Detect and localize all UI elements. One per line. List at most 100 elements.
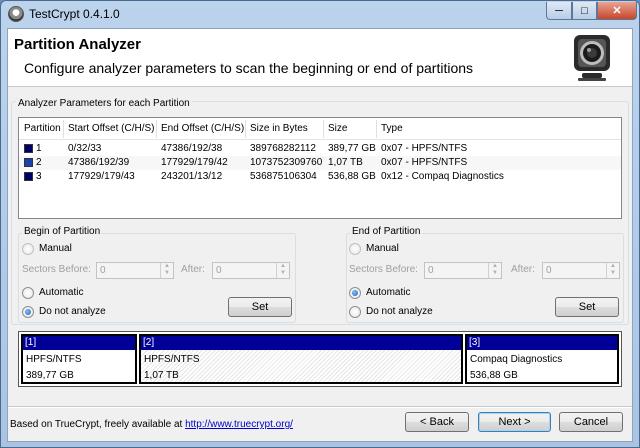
spin-up-icon[interactable]: ▲	[607, 263, 619, 270]
begin-manual-radio[interactable]	[22, 243, 34, 255]
col-partition[interactable]: Partition	[24, 123, 61, 134]
segment-size: 536,88 GB	[470, 370, 518, 381]
segment-size: 389,77 GB	[26, 370, 74, 381]
partition-map-segment[interactable]: [3] Compaq Diagnostics 536,88 GB	[465, 334, 619, 384]
window-title: TestCrypt 0.4.1.0	[29, 7, 120, 21]
cell-size: 536,88 GB	[328, 171, 376, 182]
cell-size: 1,07 TB	[328, 157, 363, 168]
end-manual-label[interactable]: Manual	[366, 243, 399, 254]
cell-type: 0x12 - Compaq Diagnostics	[381, 171, 504, 182]
segment-filesystem: HPFS/NTFS	[144, 354, 200, 365]
next-button[interactable]: Next >	[478, 412, 551, 432]
begin-sectors-after-spinner[interactable]: 0 ▲ ▼	[212, 262, 290, 279]
maximize-icon[interactable]: □	[572, 2, 597, 20]
end-sectors-before-spinner[interactable]: 0 ▲ ▼	[424, 262, 502, 279]
cell-type: 0x07 - HPFS/NTFS	[381, 157, 468, 168]
footer-credit-text: Based on TrueCrypt, freely available at	[10, 419, 186, 430]
end-set-button[interactable]: Set	[555, 297, 619, 317]
footer-divider	[8, 406, 632, 408]
partition-map-segment[interactable]: [1] HPFS/NTFS 389,77 GB	[21, 334, 137, 384]
col-start-offset[interactable]: Start Offset (C/H/S)	[68, 123, 155, 134]
table-row[interactable]: 1 0/32/33 47386/192/38 389768282112 389,…	[19, 142, 621, 156]
segment-filesystem: HPFS/NTFS	[26, 354, 82, 365]
begin-sectors-before-label: Sectors Before:	[22, 264, 91, 275]
segment-size: 1,07 TB	[144, 370, 179, 381]
webcam-logo-icon	[574, 35, 610, 81]
cell-end: 243201/13/12	[161, 171, 223, 182]
footer-credit: Based on TrueCrypt, freely available at …	[10, 419, 293, 430]
analyzer-params-label: Analyzer Parameters for each Partition	[16, 98, 192, 109]
begin-partition-label: Begin of Partition	[22, 226, 103, 237]
dialog-client: Partition Analyzer Configure analyzer pa…	[7, 28, 633, 442]
begin-automatic-radio[interactable]	[22, 287, 34, 299]
close-icon[interactable]: ✕	[597, 2, 637, 20]
end-do-not-analyze-label[interactable]: Do not analyze	[366, 306, 433, 317]
partition-table[interactable]: Partition Start Offset (C/H/S) End Offse…	[18, 117, 622, 219]
end-after-label: After:	[511, 264, 535, 275]
begin-before-value: 0	[100, 265, 106, 276]
end-sectors-after-spinner[interactable]: 0 ▲ ▼	[542, 262, 620, 279]
segment-id: [1]	[23, 336, 135, 350]
end-automatic-radio[interactable]	[349, 287, 361, 299]
app-icon[interactable]	[8, 6, 24, 22]
begin-after-value: 0	[216, 265, 222, 276]
table-row[interactable]: 2 47386/192/39 177929/179/42 10737523097…	[19, 156, 621, 170]
begin-automatic-label[interactable]: Automatic	[39, 287, 83, 298]
col-size[interactable]: Size	[328, 123, 347, 134]
spin-up-icon[interactable]: ▲	[277, 263, 289, 270]
partition-map: [1] HPFS/NTFS 389,77 GB [2] HPFS/NTFS 1,…	[18, 331, 622, 387]
spin-up-icon[interactable]: ▲	[489, 263, 501, 270]
begin-manual-label[interactable]: Manual	[39, 243, 72, 254]
cell-end: 47386/192/38	[161, 143, 223, 154]
cell-start: 0/32/33	[68, 143, 102, 154]
cell-start: 177929/179/43	[68, 171, 135, 182]
begin-do-not-analyze-radio[interactable]	[22, 306, 34, 318]
end-do-not-analyze-radio[interactable]	[349, 306, 361, 318]
cell-start: 47386/192/39	[68, 157, 130, 168]
truecrypt-link[interactable]: http://www.truecrypt.org/	[185, 419, 293, 430]
partition-color-swatch	[24, 172, 33, 181]
app-window: TestCrypt 0.4.1.0 ─ □ ✕ Partition Analyz…	[0, 0, 640, 448]
page-title: Partition Analyzer	[14, 36, 141, 53]
col-type[interactable]: Type	[381, 123, 403, 134]
end-partition-label: End of Partition	[350, 226, 423, 237]
end-manual-radio[interactable]	[349, 243, 361, 255]
end-automatic-label[interactable]: Automatic	[366, 287, 410, 298]
spin-down-icon[interactable]: ▼	[607, 270, 619, 277]
end-sectors-before-label: Sectors Before:	[349, 264, 418, 275]
table-header: Partition Start Offset (C/H/S) End Offse…	[19, 118, 621, 140]
partition-color-swatch	[24, 158, 33, 167]
col-size-bytes[interactable]: Size in Bytes	[250, 123, 308, 134]
cell-bytes: 389768282112	[250, 143, 316, 154]
begin-do-not-analyze-label[interactable]: Do not analyze	[39, 306, 106, 317]
segment-filesystem: Compaq Diagnostics	[470, 354, 563, 365]
cell-bytes: 536875106304	[250, 171, 317, 182]
cell-type: 0x07 - HPFS/NTFS	[381, 143, 468, 154]
table-row[interactable]: 3 177929/179/43 243201/13/12 53687510630…	[19, 170, 621, 184]
wizard-header: Partition Analyzer Configure analyzer pa…	[8, 29, 632, 87]
cancel-button[interactable]: Cancel	[559, 412, 623, 432]
begin-after-label: After:	[181, 264, 205, 275]
spin-down-icon[interactable]: ▼	[277, 270, 289, 277]
spin-up-icon[interactable]: ▲	[161, 263, 173, 270]
cell-bytes: 1073752309760	[250, 157, 323, 168]
partition-map-segment[interactable]: [2] HPFS/NTFS 1,07 TB	[139, 334, 463, 384]
spin-down-icon[interactable]: ▼	[161, 270, 173, 277]
title-bar[interactable]: TestCrypt 0.4.1.0 ─ □ ✕	[1, 1, 639, 28]
back-button[interactable]: < Back	[405, 412, 469, 432]
cell-partition: 3	[36, 171, 42, 182]
minimize-icon[interactable]: ─	[546, 2, 572, 20]
spin-down-icon[interactable]: ▼	[489, 270, 501, 277]
end-after-value: 0	[546, 265, 552, 276]
cell-partition: 2	[36, 157, 42, 168]
segment-id: [2]	[141, 336, 461, 350]
col-end-offset[interactable]: End Offset (C/H/S)	[161, 123, 244, 134]
begin-set-button[interactable]: Set	[228, 297, 292, 317]
end-before-value: 0	[428, 265, 434, 276]
cell-partition: 1	[36, 143, 42, 154]
page-subtitle: Configure analyzer parameters to scan th…	[24, 60, 474, 76]
begin-sectors-before-spinner[interactable]: 0 ▲ ▼	[96, 262, 174, 279]
segment-id: [3]	[467, 336, 617, 350]
cell-size: 389,77 GB	[328, 143, 376, 154]
cell-end: 177929/179/42	[161, 157, 228, 168]
